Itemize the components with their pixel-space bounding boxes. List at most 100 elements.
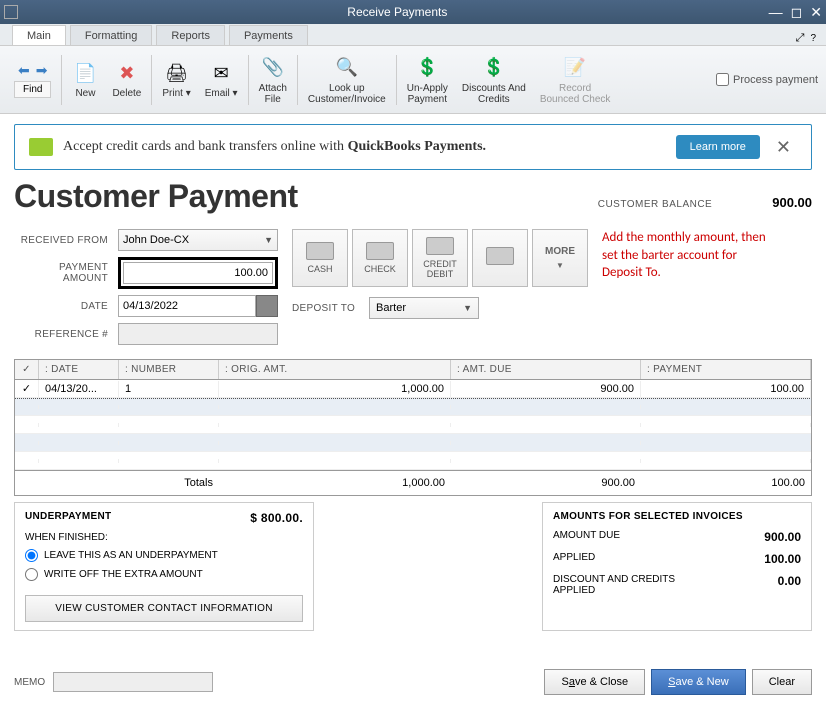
- close-button[interactable]: ✕: [810, 4, 822, 21]
- find-button[interactable]: Find: [14, 81, 51, 98]
- table-row[interactable]: [15, 434, 811, 452]
- deposit-to-label: DEPOSIT TO: [292, 303, 361, 314]
- view-contact-button[interactable]: VIEW CUSTOMER CONTACT INFORMATION: [25, 595, 303, 622]
- unapply-icon: 💲: [414, 55, 440, 81]
- attach-icon: 📎: [260, 55, 286, 81]
- credit-icon: [426, 237, 454, 255]
- check-button[interactable]: CHECK: [352, 229, 408, 287]
- table-row[interactable]: [15, 452, 811, 470]
- amount-due-value: 900.00: [764, 530, 801, 544]
- leave-underpayment-radio[interactable]: LEAVE THIS AS AN UNDERPAYMENT: [25, 549, 303, 562]
- credit-button[interactable]: CREDIT DEBIT: [412, 229, 468, 287]
- write-off-radio[interactable]: WRITE OFF THE EXTRA AMOUNT: [25, 568, 303, 581]
- chevron-down-icon: ▼: [556, 261, 564, 270]
- deposit-to-dropdown[interactable]: Barter ▼: [369, 297, 479, 319]
- footer: MEMO Save & Close Save & New Clear: [14, 669, 812, 695]
- prev-icon[interactable]: ⬅: [18, 62, 30, 79]
- find-group[interactable]: ⬅ ➡ Find: [8, 60, 57, 100]
- col-due[interactable]: : AMT. DUE: [451, 360, 641, 379]
- chevron-down-icon: ▼: [264, 235, 273, 245]
- customer-balance-label: CUSTOMER BALANCE: [598, 199, 713, 210]
- table-row[interactable]: [15, 398, 811, 416]
- tab-payments[interactable]: Payments: [229, 25, 308, 45]
- reference-input[interactable]: [118, 323, 278, 345]
- record-bounced-button: 📝 Record Bounced Check: [534, 53, 617, 107]
- email-button[interactable]: ✉ Email ▾: [199, 58, 244, 101]
- annotation-text: Add the monthly amount, then set the bar…: [602, 229, 772, 282]
- unapply-button[interactable]: 💲 Un-Apply Payment: [401, 53, 454, 107]
- table-totals: Totals 1,000.00 900.00 100.00: [15, 470, 811, 495]
- tab-formatting[interactable]: Formatting: [70, 25, 153, 45]
- applied-value: 100.00: [764, 552, 801, 566]
- col-payment[interactable]: : PAYMENT: [641, 360, 811, 379]
- payment-amount-label: PAYMENT AMOUNT: [14, 262, 114, 284]
- clear-button[interactable]: Clear: [752, 669, 812, 695]
- col-check[interactable]: ✓: [15, 360, 39, 379]
- minimize-button[interactable]: —: [769, 4, 783, 21]
- amount-due-label: AMOUNT DUE: [553, 530, 620, 544]
- echeck-icon: [486, 247, 514, 265]
- check-icon: [366, 242, 394, 260]
- tab-main[interactable]: Main: [12, 25, 66, 45]
- learn-more-button[interactable]: Learn more: [676, 135, 760, 159]
- underpayment-amount: $ 800.00.: [250, 511, 303, 525]
- underpayment-panel: UNDERPAYMENT $ 800.00. WHEN FINISHED: LE…: [14, 502, 314, 631]
- payments-banner-icon: [29, 138, 53, 156]
- col-orig[interactable]: : ORIG. AMT.: [219, 360, 451, 379]
- tab-reports[interactable]: Reports: [156, 25, 225, 45]
- echeck-button[interactable]: [472, 229, 528, 287]
- discount-value: 0.00: [778, 574, 801, 596]
- table-row[interactable]: ✓ 04/13/20... 1 1,000.00 900.00 100.00: [15, 380, 811, 398]
- memo-label: MEMO: [14, 677, 45, 688]
- table-header: ✓ : DATE : NUMBER : ORIG. AMT. : AMT. DU…: [15, 360, 811, 380]
- ribbon: ⬅ ➡ Find 📄 New ✖ Delete 🖨 Print ▾ ✉ Emai…: [0, 46, 826, 114]
- payment-amount-input[interactable]: [123, 262, 273, 284]
- underpayment-title: UNDERPAYMENT: [25, 511, 111, 522]
- email-icon: ✉: [208, 60, 234, 86]
- window-icon: [4, 5, 18, 19]
- invoice-table: ✓ : DATE : NUMBER : ORIG. AMT. : AMT. DU…: [14, 359, 812, 496]
- print-button[interactable]: 🖨 Print ▾: [156, 58, 196, 101]
- save-new-button[interactable]: Save & New: [651, 669, 746, 695]
- chevron-down-icon: ▼: [463, 303, 472, 313]
- expand-icon[interactable]: ⤢: [796, 32, 805, 45]
- reference-label: REFERENCE #: [14, 329, 114, 340]
- lookup-icon: 🔍: [334, 55, 360, 81]
- print-icon: 🖨: [164, 60, 190, 86]
- discount-label: DISCOUNT AND CREDITS APPLIED: [553, 574, 675, 596]
- amounts-panel-title: AMOUNTS FOR SELECTED INVOICES: [553, 511, 801, 522]
- maximize-button[interactable]: ◻: [791, 4, 803, 21]
- cash-button[interactable]: CASH: [292, 229, 348, 287]
- lookup-button[interactable]: 🔍 Look up Customer/Invoice: [302, 53, 392, 107]
- bounced-icon: 📝: [562, 55, 588, 81]
- applied-label: APPLIED: [553, 552, 595, 566]
- delete-button[interactable]: ✖ Delete: [106, 58, 147, 101]
- discounts-icon: 💲: [481, 55, 507, 81]
- banner-text: Accept credit cards and bank transfers o…: [63, 139, 666, 155]
- discounts-button[interactable]: 💲 Discounts And Credits: [456, 53, 532, 107]
- save-close-button[interactable]: Save & Close: [544, 669, 645, 695]
- date-label: DATE: [14, 301, 114, 312]
- cash-icon: [306, 242, 334, 260]
- more-methods-button[interactable]: MORE ▼: [532, 229, 588, 287]
- memo-input[interactable]: [53, 672, 213, 692]
- delete-icon: ✖: [114, 60, 140, 86]
- amount-highlight: [118, 257, 278, 289]
- banner-close-icon[interactable]: ✕: [770, 137, 797, 158]
- table-row[interactable]: [15, 416, 811, 434]
- col-date[interactable]: : DATE: [39, 360, 119, 379]
- process-payment-checkbox[interactable]: Process payment: [716, 73, 818, 86]
- window-title: Receive Payments: [26, 5, 769, 19]
- titlebar: Receive Payments — ◻ ✕: [0, 0, 826, 24]
- received-from-dropdown[interactable]: John Doe-CX ▼: [118, 229, 278, 251]
- col-number[interactable]: : NUMBER: [119, 360, 219, 379]
- new-button[interactable]: 📄 New: [66, 58, 104, 101]
- payments-banner: Accept credit cards and bank transfers o…: [14, 124, 812, 170]
- attach-button[interactable]: 📎 Attach File: [253, 53, 293, 107]
- next-icon[interactable]: ➡: [36, 62, 48, 79]
- help-icon[interactable]: ?: [810, 33, 816, 44]
- calendar-icon[interactable]: [256, 295, 278, 317]
- date-input[interactable]: [118, 295, 256, 317]
- amounts-panel: AMOUNTS FOR SELECTED INVOICES AMOUNT DUE…: [542, 502, 812, 631]
- page-title: Customer Payment: [14, 178, 298, 215]
